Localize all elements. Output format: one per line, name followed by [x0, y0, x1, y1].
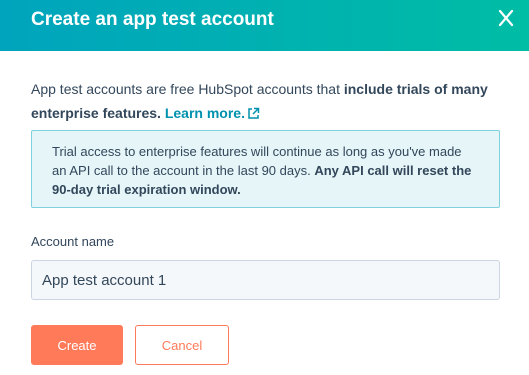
trial-notice: Trial access to enterprise features will… [31, 130, 500, 208]
cancel-button[interactable]: Cancel [135, 325, 229, 365]
intro-text: App test accounts are free HubSpot accou… [31, 77, 511, 125]
dialog-title: Create an app test account [31, 9, 274, 30]
dialog-header: Create an app test account [0, 0, 529, 51]
close-icon [498, 9, 514, 27]
account-name-label: Account name [31, 234, 115, 249]
learn-more-label: Learn more. [164, 105, 245, 121]
intro-text-plain: App test accounts are free HubSpot accou… [31, 81, 344, 97]
account-name-input[interactable] [31, 260, 500, 300]
learn-more-link[interactable]: Learn more. [165, 105, 260, 121]
create-button[interactable]: Create [31, 325, 123, 365]
close-button[interactable] [494, 7, 518, 31]
external-link-icon [248, 107, 260, 119]
